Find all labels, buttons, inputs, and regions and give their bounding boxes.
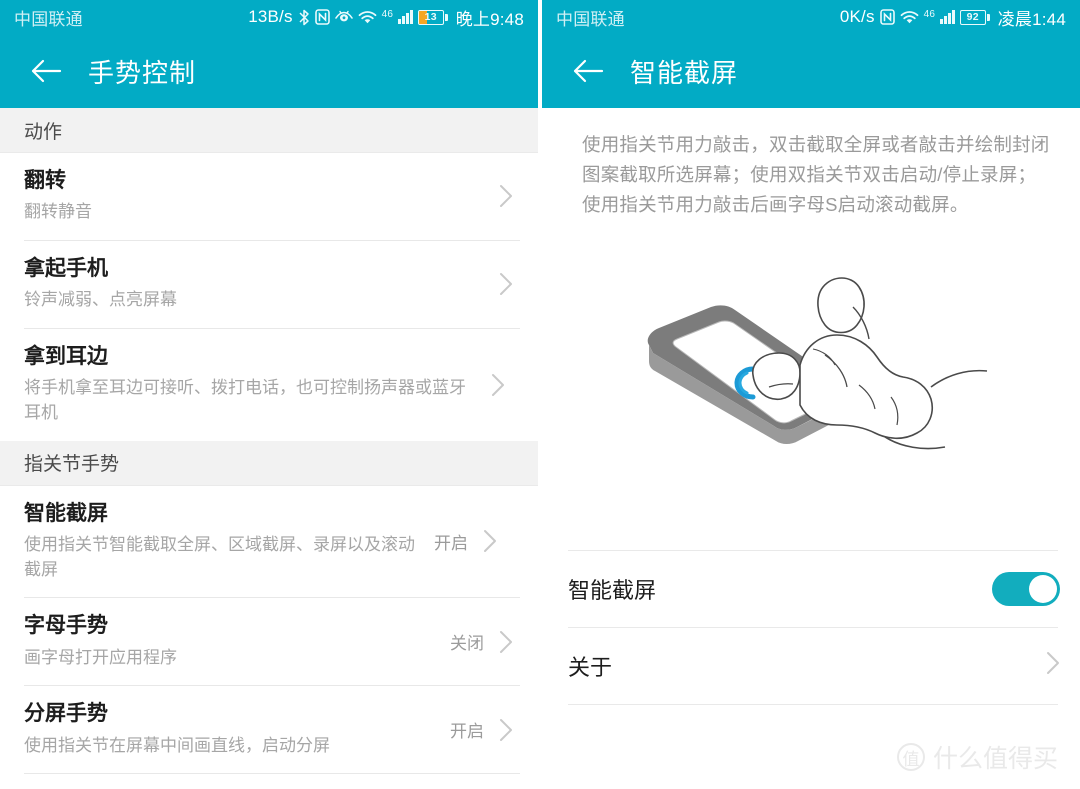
list-item-value: 开启: [434, 533, 468, 553]
row-label: 智能截屏: [568, 577, 657, 603]
network-type-label: 46: [381, 8, 394, 20]
carrier-label: 中国联通: [14, 9, 83, 29]
section-header-knuckle-gestures: 指关节手势: [0, 440, 538, 486]
watermark-badge: 值: [896, 743, 925, 771]
right-phone-screen: 中国联通 0K/s 46 92 凌晨1:44 智能截屏 使用指关节用力敲击，双击…: [538, 0, 1080, 789]
network-speed-label: 13B/s: [248, 7, 293, 26]
bluetooth-icon: [298, 9, 310, 26]
back-arrow-icon[interactable]: [26, 51, 66, 91]
chevron-right-icon: [1046, 651, 1060, 680]
list-item-title: 拿到耳边: [24, 344, 108, 368]
actions-list: 翻转 翻转静音 拿起手机 铃声减弱、点亮屏幕 拿到耳边 将手机拿至耳边可接听、拨…: [0, 153, 538, 441]
wifi-icon: [900, 10, 919, 25]
list-item-split-screen-gesture[interactable]: 分屏手势 使用指关节在屏幕中间画直线，启动分屏 开启: [0, 686, 538, 774]
section-header-actions: 动作: [0, 108, 538, 153]
carrier-label: 中国联通: [556, 9, 625, 29]
wifi-icon: [358, 10, 377, 25]
smart-screenshot-toggle-row[interactable]: 智能截屏: [542, 550, 1080, 627]
list-item-title: 翻转: [24, 169, 66, 192]
list-item-letter-gesture[interactable]: 字母手势 画字母打开应用程序 关闭: [0, 598, 538, 686]
page-title: 智能截屏: [630, 57, 739, 88]
battery-icon: 13: [417, 9, 448, 25]
list-item[interactable]: 拿起手机 铃声减弱、点亮屏幕: [0, 240, 538, 328]
battery-icon: 92: [959, 9, 990, 25]
list-item-subtitle: 使用指关节智能截取全屏、区域截屏、录屏以及滚动截屏: [24, 534, 415, 579]
list-item[interactable]: 翻转 翻转静音: [0, 153, 538, 240]
watermark: 值 什么值得买: [896, 739, 1058, 775]
list-item-subtitle: 铃声减弱、点亮屏幕: [24, 290, 177, 310]
network-type-label: 46: [923, 8, 936, 20]
watermark-text: 什么值得买: [932, 745, 1058, 773]
list-item[interactable]: 拿到耳边 将手机拿至耳边可接听、拨打电话，也可控制扬声器或蓝牙耳机: [0, 328, 538, 441]
right-app-bar: 智能截屏: [542, 34, 1080, 108]
list-item-title: 拿起手机: [24, 256, 108, 280]
right-status-bar: 中国联通 0K/s 46 92 凌晨1:44: [542, 0, 1080, 34]
chevron-right-icon: [484, 373, 512, 397]
chevron-right-icon: [492, 718, 520, 742]
clock-label: 凌晨1:44: [997, 9, 1066, 29]
list-item-smart-screenshot[interactable]: 智能截屏 使用指关节智能截取全屏、区域截屏、录屏以及滚动截屏 开启: [0, 485, 538, 598]
list-item-subtitle: 翻转静音: [24, 202, 92, 222]
clock-label: 晚上9:48: [455, 9, 524, 29]
dual-screenshot-container: 中国联通 13B/s 46 13 晚上9:48 手势控制 动作 翻转 翻转静音 …: [0, 0, 1080, 789]
back-arrow-icon[interactable]: [568, 51, 608, 91]
nfc-icon: [314, 9, 330, 25]
network-speed-label: 0K/s: [839, 7, 875, 26]
left-status-bar: 中国联通 13B/s 46 13 晚上9:48: [0, 0, 538, 34]
battery-percent-label: 13: [424, 11, 437, 23]
list-item-subtitle: 使用指关节在屏幕中间画直线，启动分屏: [24, 735, 330, 755]
row-label: 关于: [568, 654, 613, 680]
row-divider: [568, 703, 1058, 705]
eye-comfort-icon: [334, 10, 353, 24]
list-item-subtitle: 画字母打开应用程序: [24, 647, 177, 667]
left-app-bar: 手势控制: [0, 34, 538, 108]
left-phone-screen: 中国联通 13B/s 46 13 晚上9:48 手势控制 动作 翻转 翻转静音 …: [0, 0, 538, 789]
list-item-title: 智能截屏: [24, 501, 108, 525]
list-item-value: 关闭: [450, 634, 484, 654]
smart-screenshot-toggle[interactable]: [992, 571, 1060, 606]
chevron-right-icon: [492, 272, 520, 296]
chevron-right-icon: [492, 630, 520, 654]
battery-percent-label: 92: [966, 11, 979, 23]
chevron-right-icon: [476, 529, 504, 553]
about-row[interactable]: 关于: [542, 627, 1080, 704]
chevron-right-icon: [492, 184, 520, 208]
knuckle-tap-phone-illustration: [542, 220, 1080, 550]
signal-4g-icon: [398, 10, 413, 24]
list-item-subtitle: 将手机拿至耳边可接听、拨打电话，也可控制扬声器或蓝牙耳机: [24, 378, 466, 422]
list-item-value: 开启: [450, 722, 484, 742]
feature-description: 使用指关节用力敲击，双击截取全屏或者敲击并绘制封闭图案截取所选屏幕；使用双指关节…: [582, 134, 1050, 215]
left-bottom-spacer: [0, 774, 538, 789]
knuckle-gestures-list: 智能截屏 使用指关节智能截取全屏、区域截屏、录屏以及滚动截屏 开启 字母手势 画…: [0, 485, 538, 775]
toggle-knob: [1029, 574, 1057, 603]
nfc-icon: [879, 9, 895, 25]
signal-4g-icon: [940, 10, 955, 24]
list-item-title: 分屏手势: [24, 702, 108, 726]
page-title: 手势控制: [88, 57, 197, 88]
list-item-title: 字母手势: [24, 614, 108, 638]
